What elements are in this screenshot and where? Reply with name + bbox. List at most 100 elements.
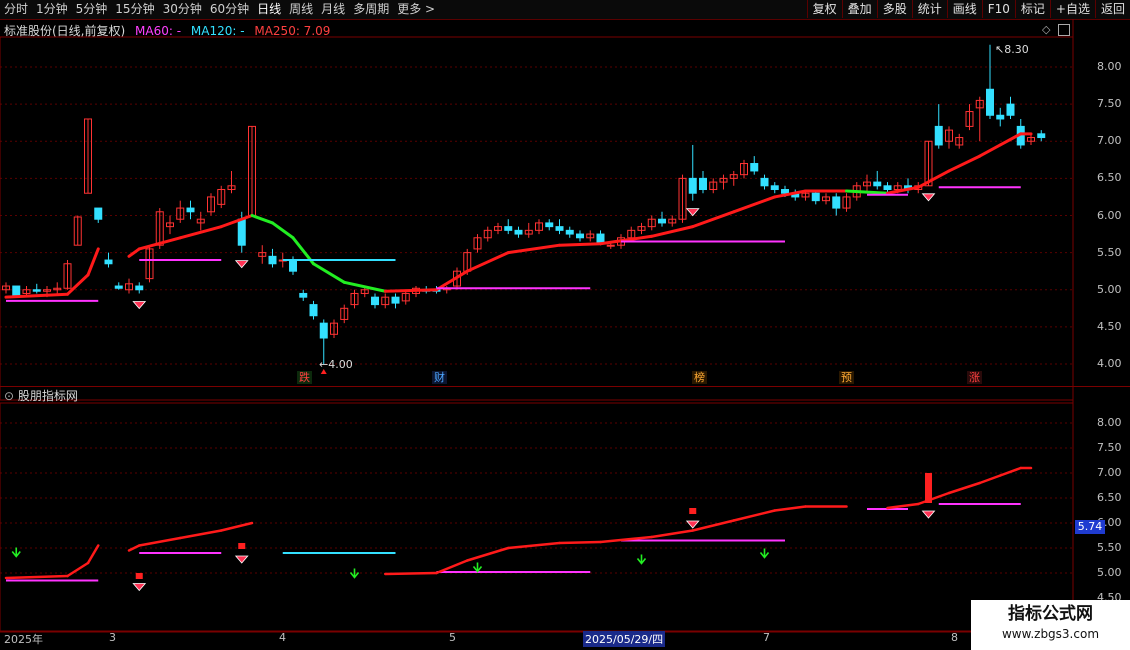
date-label-0: 2025年 [4,633,43,646]
diamond-marker [132,301,147,310]
sub-diamond-marker [234,555,249,564]
kline-chart[interactable] [0,19,1130,650]
sub-ma-segment [138,536,182,547]
ma-segment [773,189,807,199]
sub-grid [0,422,1073,574]
watermark-title: 指标公式网 [1008,604,1093,624]
event-tag-1[interactable]: 财 [432,371,447,384]
candle-body [32,289,41,292]
y-tick-sub: 7.00 [1097,466,1122,479]
period-tabs: 分时 1分钟 5分钟 15分钟 30分钟 60分钟 日线 周线 月线 多周期 更多 > [4,2,435,17]
candle-body [606,244,615,247]
candle-body [760,177,769,187]
sub-ma-segment [999,466,1022,477]
period-tab-3[interactable]: 15分钟 [115,2,154,17]
ma-segment [845,189,889,195]
sub-ma-segment [220,521,254,532]
period-tab-5[interactable]: 60分钟 [210,2,249,17]
watermark: 指标公式网 www.zbgs3.com [971,600,1130,650]
period-tab-2[interactable]: 5分钟 [76,2,108,17]
sub-ma-segment [179,529,223,540]
candle-body [237,218,246,246]
toolbar-button-6[interactable]: 标记 [1014,0,1050,18]
y-tick-main: 6.00 [1097,208,1122,222]
ma-segment [250,214,274,225]
toolbar-button-4[interactable]: 画线 [946,0,982,18]
y-tick-main: 6.50 [1097,171,1122,185]
event-tag-0[interactable]: 跌 [297,371,312,384]
buy-arrow [472,562,483,573]
diamond-marker [234,260,249,269]
ma-segment [86,247,100,277]
current-price-tag: 5.74 [1075,520,1105,534]
y-tick-sub: 8.00 [1097,416,1122,429]
candle-body [12,285,21,297]
period-tab-4[interactable]: 30分钟 [163,2,202,17]
ma-segment [650,225,695,238]
sub-ma-segment [507,541,561,550]
y-tick-main: 4.00 [1097,357,1122,370]
support-lines [6,186,1021,582]
toolbar-buttons: 复权 叠加 多股 统计 画线 F10 标记 +自选 返回 [806,0,1130,18]
toolbar-button-5[interactable]: F10 [981,0,1015,18]
ma-segment [271,221,295,240]
candle-body [114,285,123,289]
period-tab-0[interactable]: 分时 [4,2,28,17]
y-tick-main: 7.50 [1097,97,1122,111]
candle-body [268,255,277,265]
toolbar-button-2[interactable]: 多股 [876,0,912,18]
sub-ma-segment [4,574,69,580]
y-tick-sub: 5.50 [1097,541,1122,554]
toolbar-button-0[interactable]: 复权 [806,0,842,18]
sub-ma-segment [650,529,694,539]
buy-arrow [11,547,21,558]
event-tag-3[interactable]: 预 [839,371,854,384]
period-tab-10[interactable]: 更多 > [397,2,435,17]
candle-body [832,196,841,209]
candle-body [770,185,779,191]
event-tag-2[interactable]: 榜 [692,371,707,384]
candle-body [986,88,994,116]
markers [11,193,936,592]
sub-ma-segment [978,474,1002,485]
period-tab-6[interactable]: 日线 [257,2,281,17]
ma-segment [383,288,438,293]
ma-segment [691,210,736,229]
candle-body [565,229,574,235]
sub-ma-segment [466,546,510,562]
candle-body [996,114,1005,120]
candle-body [186,207,195,213]
candle-body [319,322,328,339]
sub-bar [135,573,143,579]
toolbar-button-1[interactable]: 叠加 [841,0,877,18]
period-tab-1[interactable]: 1分钟 [36,2,68,17]
diamond-marker [921,193,936,202]
sub-bar [238,543,246,549]
sub-panel-title: 股朋指标网 [17,389,78,403]
candle-body [391,296,400,304]
toolbar-button-8[interactable]: 返回 [1094,0,1130,18]
sub-ma-segment [66,561,90,578]
candle-body [1037,133,1046,139]
toolbar-button-3[interactable]: 统计 [911,0,947,18]
toolbar-button-7[interactable]: +自选 [1049,0,1095,18]
sub-ma-segment [558,540,602,545]
sub-ma-segment [886,502,920,510]
sub-ma-segment [384,571,438,576]
period-tab-9[interactable]: 多周期 [353,2,389,17]
collapse-icon[interactable]: ⊙ [4,389,14,403]
ma-segment [506,243,561,255]
candle-body [299,292,308,298]
ma-segment [599,234,654,246]
event-tag-4[interactable]: 涨 [967,371,982,384]
y-tick-main: 5.50 [1097,245,1122,259]
buy-arrow [759,548,770,559]
date-label-5: 7 [763,631,770,644]
ma-segment [732,195,777,214]
candle-body [934,125,943,146]
sub-ma-segment [917,491,951,506]
candle-body [873,181,882,187]
buy-arrow [636,554,647,565]
period-tab-7[interactable]: 周线 [289,2,313,17]
period-tab-8[interactable]: 月线 [321,2,345,17]
